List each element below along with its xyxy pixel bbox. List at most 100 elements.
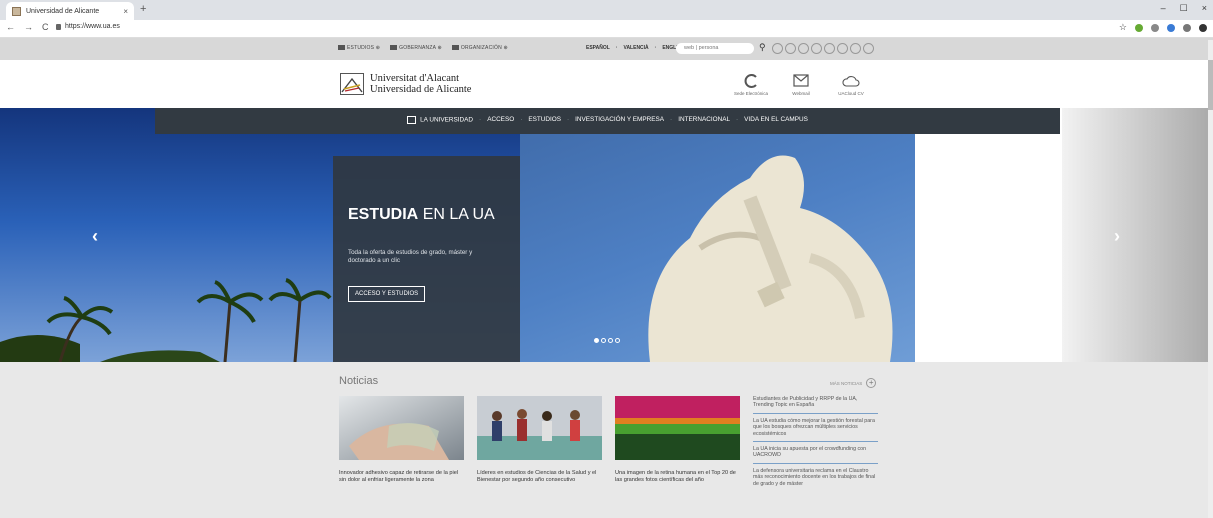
news-section: Noticias MÁS NOTICIAS + Innovador adhesi… [0, 362, 1213, 518]
carousel-next-button[interactable]: › [1114, 226, 1120, 247]
nav-acceso[interactable]: ACCESO [487, 116, 514, 124]
university-logo[interactable]: Universitat d'Alacant Universidad de Ali… [340, 73, 471, 95]
nav-estudios[interactable]: ESTUDIOS [528, 116, 561, 124]
scrollbar-thumb[interactable] [1208, 60, 1213, 110]
carousel-dot[interactable] [594, 338, 599, 343]
top-link-estudios[interactable]: ESTUDIOS ⊕ [338, 45, 380, 51]
news-card[interactable]: Líderes en estudios de Ciencias de la Sa… [477, 396, 602, 484]
service-links: Sede Electrónica Webmail UACloud CV [733, 72, 869, 96]
extensions: ☆ [1119, 22, 1207, 33]
extension-icon[interactable] [1183, 23, 1191, 32]
reload-button[interactable]: C [42, 22, 49, 32]
top-utility-bar: ESTUDIOS ⊕ GOBERNANZA ⊕ ORGANIZACIÓN ⊕ E… [0, 38, 1213, 60]
window-close-button[interactable]: × [1202, 3, 1207, 14]
carousel-dots [594, 338, 620, 343]
url-text: https://www.ua.es [65, 23, 120, 30]
lang-es[interactable]: ESPAÑOL [586, 45, 610, 51]
news-caption: Una imagen de la retina humana en el Top… [615, 470, 736, 483]
hero-title: ESTUDIA EN LA UA [348, 206, 495, 223]
carousel-dot[interactable] [601, 338, 606, 343]
bookmark-star-icon[interactable]: ☆ [1119, 22, 1127, 33]
side-news-item[interactable]: La defensora universitaria reclama en el… [753, 468, 878, 491]
nav-vida-campus[interactable]: VIDA EN EL CAMPUS [744, 116, 808, 124]
forward-button[interactable]: → [24, 22, 33, 32]
youtube-icon[interactable] [798, 43, 809, 54]
hero-panel: ESTUDIA EN LA UA Toda la oferta de estud… [333, 156, 520, 362]
site-header: Universitat d'Alacant Universidad de Ali… [0, 60, 1213, 108]
favicon-icon [12, 6, 21, 16]
retina-photo [615, 396, 740, 460]
facebook-icon[interactable] [772, 43, 783, 54]
sculpture-hand-image [648, 155, 893, 362]
logo-line-2: Universidad de Alicante [370, 84, 472, 95]
news-card[interactable]: Una imagen de la retina humana en el Top… [615, 396, 740, 484]
tab-title: Universidad de Alicante [26, 7, 100, 15]
nav-buttons: ← → C [6, 22, 49, 32]
mail-icon [793, 74, 809, 87]
window-controls: – ☐ × [1161, 3, 1207, 14]
building-icon [390, 45, 398, 51]
news-caption: Líderes en estudios de Ciencias de la Sa… [477, 470, 597, 483]
side-news-item[interactable]: La UA estudia cómo mejorar la gestión fo… [753, 418, 878, 443]
news-heading: Noticias [339, 375, 379, 387]
browser-tab[interactable]: Universidad de Alicante × [6, 2, 134, 20]
main-nav: LA UNIVERSIDAD · ACCESO · ESTUDIOS · INV… [155, 116, 1060, 124]
news-card[interactable]: Innovador adhesivo capaz de retirarse de… [339, 396, 464, 484]
extension-icon[interactable] [1135, 23, 1143, 32]
ua-logo-icon [340, 73, 364, 95]
minimize-button[interactable]: – [1161, 3, 1166, 14]
nav-internacional[interactable]: INTERNACIONAL [678, 116, 730, 124]
twitter-icon[interactable] [785, 43, 796, 54]
nav-investigacion[interactable]: INVESTIGACIÓN Y EMPRESA [575, 116, 664, 124]
new-tab-button[interactable]: + [140, 3, 146, 15]
tab-close-button[interactable]: × [123, 7, 128, 16]
news-caption: Innovador adhesivo capaz de retirarse de… [339, 470, 459, 483]
url-field[interactable]: https://www.ua.es [56, 23, 120, 30]
logo-line-1: Universitat d'Alacant [370, 73, 460, 84]
cloud-icon [842, 75, 860, 87]
profile-avatar-icon[interactable] [1199, 23, 1207, 32]
tiktok-icon[interactable] [837, 43, 848, 54]
org-icon [451, 45, 459, 51]
back-button[interactable]: ← [6, 22, 15, 32]
service-uacloud[interactable]: UACloud CV [833, 72, 869, 96]
adhesive-photo [339, 396, 464, 460]
health-students-photo [477, 396, 602, 460]
top-link-gobernanza[interactable]: GOBERNANZA ⊕ [390, 45, 442, 51]
carousel-prev-button[interactable]: ‹ [92, 226, 98, 247]
nav-la-universidad[interactable]: LA UNIVERSIDAD [407, 116, 473, 124]
search-input[interactable]: web | persona [676, 43, 754, 54]
hero-carousel: LA UNIVERSIDAD · ACCESO · ESTUDIOS · INV… [0, 108, 1213, 362]
carousel-dot[interactable] [608, 338, 613, 343]
acceso-estudios-button[interactable]: ACCESO Y ESTUDIOS [348, 286, 426, 302]
carousel-dot[interactable] [615, 338, 620, 343]
linkedin-icon[interactable] [824, 43, 835, 54]
lock-icon [56, 23, 61, 30]
search-icon[interactable]: ⚲ [759, 42, 766, 53]
pinterest-icon[interactable] [850, 43, 861, 54]
extension-icon[interactable] [1167, 23, 1175, 32]
instagram-icon[interactable] [811, 43, 822, 54]
page-scrollbar[interactable] [1208, 40, 1213, 518]
service-sede[interactable]: Sede Electrónica [733, 72, 769, 96]
home-icon [407, 116, 417, 124]
side-news-list: Estudiantes de Publicidad y RRPP de la U… [753, 396, 878, 495]
palm-trees-image [0, 278, 332, 362]
top-links: ESTUDIOS ⊕ GOBERNANZA ⊕ ORGANIZACIÓN ⊕ [338, 45, 508, 51]
side-news-item[interactable]: La UA inicia su apuesta por el crowdfund… [753, 446, 878, 464]
more-news-link[interactable]: MÁS NOTICIAS + [830, 378, 877, 388]
service-webmail[interactable]: Webmail [783, 72, 819, 96]
hero-subtitle: Toda la oferta de estudios de grado, más… [348, 249, 473, 264]
cap-icon [338, 45, 345, 51]
flickr-icon[interactable] [863, 43, 874, 54]
browser-tab-bar: Universidad de Alicante × + – ☐ × [0, 0, 1213, 20]
plus-icon: + [866, 378, 877, 388]
logo-text: Universitat d'Alacant Universidad de Ali… [370, 73, 471, 95]
top-link-organizacion[interactable]: ORGANIZACIÓN ⊕ [451, 45, 508, 51]
lang-va[interactable]: VALENCIÀ [623, 45, 648, 51]
side-news-item[interactable]: Estudiantes de Publicidad y RRPP de la U… [753, 396, 878, 414]
extension-icon[interactable] [1151, 23, 1159, 32]
address-bar: ← → C https://www.ua.es ☆ [0, 20, 1213, 38]
social-links [772, 43, 874, 54]
maximize-button[interactable]: ☐ [1180, 3, 1188, 14]
